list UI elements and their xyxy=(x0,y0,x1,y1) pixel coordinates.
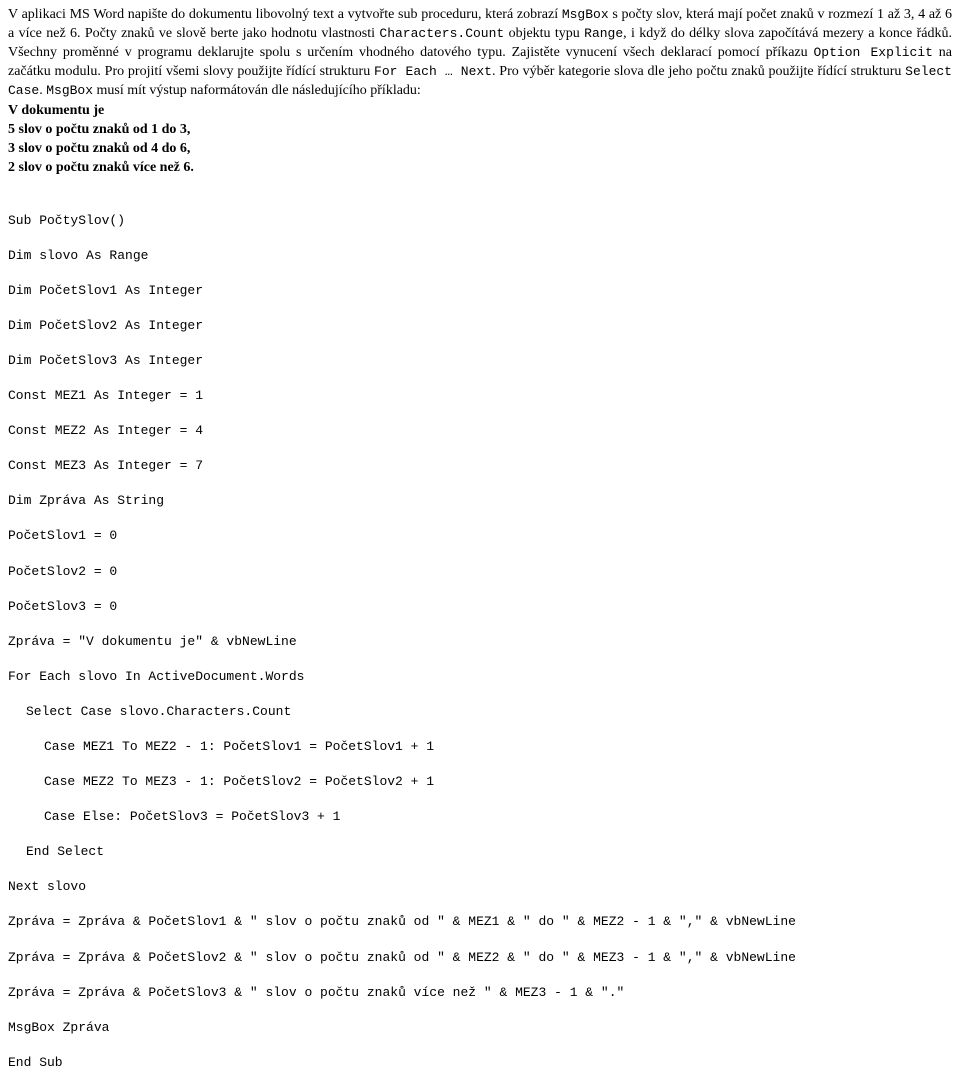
code-inline-characters-count: Characters.Count xyxy=(379,26,504,41)
code-inline-option-explicit: Option Explicit xyxy=(814,45,933,60)
code-line: Const MEZ3 As Integer = 7 xyxy=(8,457,952,475)
code-line: Select Case slovo.Characters.Count xyxy=(8,703,952,721)
code-line: Zpráva = "V dokumentu je" & vbNewLine xyxy=(8,633,952,651)
code-inline-range: Range xyxy=(584,26,623,41)
code-inline-msgbox2: MsgBox xyxy=(46,83,93,98)
code-line: Dim PočetSlov1 As Integer xyxy=(8,282,952,300)
example-line: V dokumentu je xyxy=(8,102,952,121)
example-line: 3 slov o počtu znaků od 4 do 6, xyxy=(8,140,952,159)
code-line: Case Else: PočetSlov3 = PočetSlov3 + 1 xyxy=(8,808,952,826)
code-line: Zpráva = Zpráva & PočetSlov2 & " slov o … xyxy=(8,949,952,967)
code-line: PočetSlov2 = 0 xyxy=(8,563,952,581)
code-line: Const MEZ1 As Integer = 1 xyxy=(8,387,952,405)
code-line: Case MEZ2 To MEZ3 - 1: PočetSlov2 = Poče… xyxy=(8,773,952,791)
code-line: Zpráva = Zpráva & PočetSlov1 & " slov o … xyxy=(8,913,952,931)
text-segment: musí mít výstup naformátován dle následu… xyxy=(93,83,421,98)
task-paragraph: V aplikaci MS Word napište do dokumentu … xyxy=(8,6,952,100)
code-line: End Select xyxy=(8,843,952,861)
code-line: Dim slovo As Range xyxy=(8,247,952,265)
code-line: Next slovo xyxy=(8,878,952,896)
code-line: Dim Zpráva As String xyxy=(8,492,952,510)
example-line: 5 slov o počtu znaků od 1 do 3, xyxy=(8,121,952,140)
code-line: Case MEZ1 To MEZ2 - 1: PočetSlov1 = Poče… xyxy=(8,738,952,756)
code-line: For Each slovo In ActiveDocument.Words xyxy=(8,668,952,686)
example-line: 2 slov o počtu znaků více než 6. xyxy=(8,159,952,178)
code-line: MsgBox Zpráva xyxy=(8,1019,952,1037)
code-line: PočetSlov1 = 0 xyxy=(8,527,952,545)
code-line: End Sub xyxy=(8,1054,952,1072)
text-segment: objektu typu xyxy=(504,26,584,41)
text-segment: . Pro výběr kategorie slova dle jeho poč… xyxy=(492,64,905,79)
code-line: Sub PočtySlov() xyxy=(8,212,952,230)
code-line: PočetSlov3 = 0 xyxy=(8,598,952,616)
code-listing: Sub PočtySlov() Dim slovo As Range Dim P… xyxy=(8,194,952,1089)
code-line: Dim PočetSlov3 As Integer xyxy=(8,352,952,370)
code-inline-for-each: For Each … Next xyxy=(374,64,492,79)
code-line: Zpráva = Zpráva & PočetSlov3 & " slov o … xyxy=(8,984,952,1002)
code-line: Dim PočetSlov2 As Integer xyxy=(8,317,952,335)
code-inline-msgbox: MsgBox xyxy=(562,7,609,22)
example-output: V dokumentu je 5 slov o počtu znaků od 1… xyxy=(8,102,952,178)
text-segment: V aplikaci MS Word napište do dokumentu … xyxy=(8,7,562,22)
code-line: Const MEZ2 As Integer = 4 xyxy=(8,422,952,440)
